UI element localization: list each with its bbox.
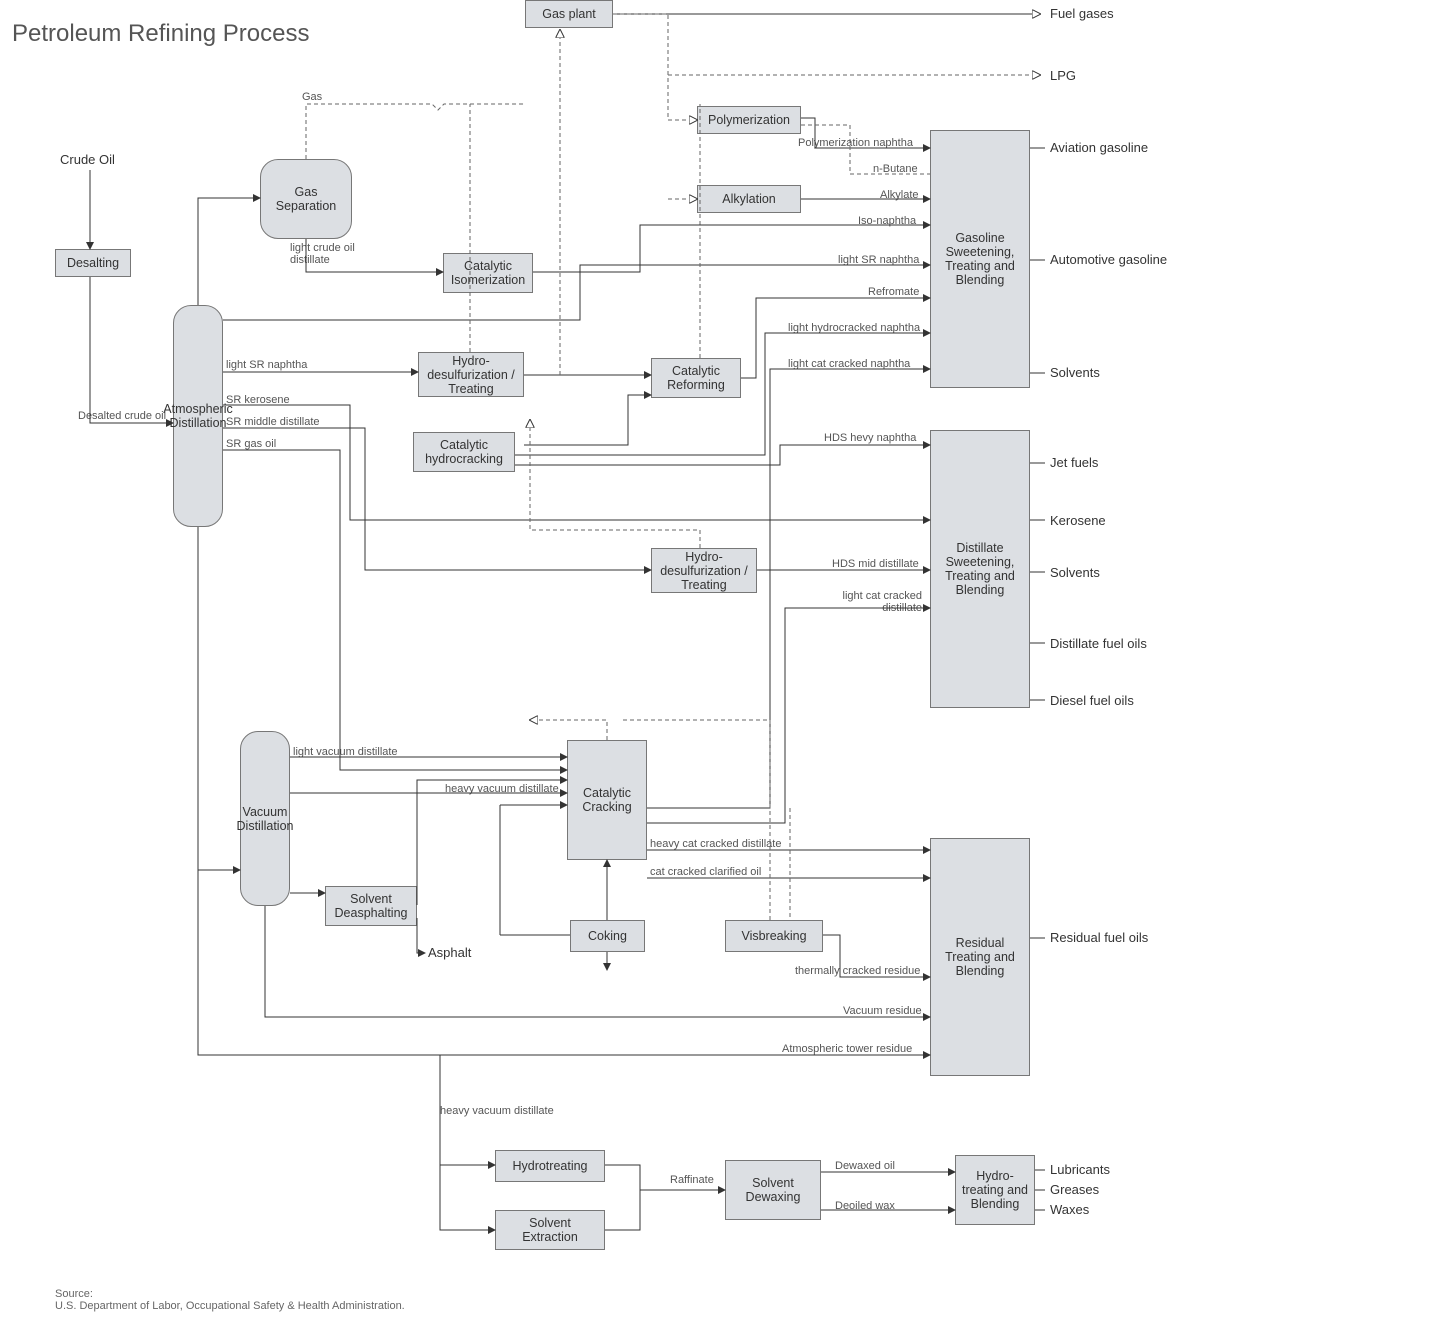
desalted-label: Desalted crude oil [78, 410, 166, 422]
atmospheric-distillation-box: Atmospheric Distillation [173, 305, 223, 527]
gas-plant-box: Gas plant [525, 0, 613, 28]
fuel-gases-output: Fuel gases [1050, 6, 1114, 21]
light-vacuum-label: light vacuum distillate [293, 746, 398, 758]
lpg-output: LPG [1050, 68, 1076, 83]
waxes-output: Waxes [1050, 1202, 1089, 1217]
kerosene-output: Kerosene [1050, 513, 1106, 528]
hydrotreating-box: Hydrotreating [495, 1150, 605, 1182]
aviation-gasoline-output: Aviation gasoline [1050, 140, 1148, 155]
light-sr-naphtha-label: light SR naphtha [226, 359, 307, 371]
vacuum-distillation-box: Vacuum Distillation [240, 731, 290, 906]
sr-gas-oil-label: SR gas oil [226, 438, 276, 450]
atmos-residue-label: Atmospheric tower residue [782, 1043, 912, 1055]
heavy-cat-dist-label: heavy cat cracked distillate [650, 838, 781, 850]
thermal-residue-label: thermally cracked residue [795, 965, 920, 977]
n-butane-label: n-Butane [873, 163, 918, 175]
light-sr-naphtha-2-label: light SR naphtha [838, 254, 919, 266]
hydrotreating-blending-box: Hydro-treating and Blending [955, 1155, 1035, 1225]
visbreaking-box: Visbreaking [725, 920, 823, 952]
light-crude-label: light crude oil distillate [290, 242, 370, 266]
raffinate-label: Raffinate [670, 1174, 714, 1186]
dewaxed-label: Dewaxed oil [835, 1160, 895, 1172]
distillate-fuel-output: Distillate fuel oils [1050, 636, 1147, 651]
desalting-box: Desalting [55, 249, 131, 277]
refromate-label: Refromate [868, 286, 919, 298]
heavy-vacuum-label: heavy vacuum distillate [445, 783, 559, 795]
residual-blending-box: Residual Treating and Blending [930, 838, 1030, 1076]
vacuum-residue-label: Vacuum residue [843, 1005, 922, 1017]
solvent-extraction-box: Solvent Extraction [495, 1210, 605, 1250]
crude-oil-label: Crude Oil [60, 152, 115, 167]
gas-label: Gas [302, 91, 322, 103]
solvents-2-output: Solvents [1050, 565, 1100, 580]
alkylate-label: Alkylate [880, 189, 919, 201]
poly-naphtha-label: Polymerization naphtha [798, 137, 913, 149]
hydro-desulfurization-2-box: Hydro-desulfurization / Treating [651, 548, 757, 593]
alkylation-box: Alkylation [697, 185, 801, 213]
catalytic-isomerization-box: Catalytic Isomerization [443, 253, 533, 293]
lubricants-output: Lubricants [1050, 1162, 1110, 1177]
light-cat-naphtha-label: light cat cracked naphtha [788, 358, 910, 370]
sr-middle-distillate-label: SR middle distillate [226, 416, 320, 428]
diagram-canvas: Petroleum Refining Process Crude Oil Des… [0, 0, 1445, 1332]
solvent-dewaxing-box: Solvent Dewaxing [725, 1160, 821, 1220]
coking-box: Coking [570, 920, 645, 952]
catalytic-cracking-box: Catalytic Cracking [567, 740, 647, 860]
catalytic-reforming-box: Catalytic Reforming [651, 358, 741, 398]
jet-fuels-output: Jet fuels [1050, 455, 1098, 470]
light-hydro-naphtha-label: light hydrocracked naphtha [788, 322, 920, 334]
hds-heavy-naphtha-label: HDS hevy naphtha [824, 432, 916, 444]
hds-mid-label: HDS mid distillate [832, 558, 919, 570]
heavy-vacuum-2-label: heavy vacuum distillate [440, 1105, 554, 1117]
gasoline-blending-box: Gasoline Sweetening, Treating and Blendi… [930, 130, 1030, 388]
automotive-gasoline-output: Automotive gasoline [1050, 252, 1167, 267]
asphalt-label: Asphalt [428, 945, 471, 960]
cat-clarified-label: cat cracked clarified oil [650, 866, 761, 878]
greases-output: Greases [1050, 1182, 1099, 1197]
deoiled-label: Deoiled wax [835, 1200, 895, 1212]
residual-fuel-output: Residual fuel oils [1050, 930, 1148, 945]
solvents-1-output: Solvents [1050, 365, 1100, 380]
source-citation: Source: U.S. Department of Labor, Occupa… [55, 1288, 405, 1312]
gas-separation-box: Gas Separation [260, 159, 352, 239]
light-cat-dist-label: light cat cracked distillate [832, 590, 922, 614]
sr-kerosene-label: SR kerosene [226, 394, 290, 406]
catalytic-hydrocracking-box: Catalytic hydrocracking [413, 432, 515, 472]
distillate-blending-box: Distillate Sweetening, Treating and Blen… [930, 430, 1030, 708]
iso-naphtha-label: Iso-naphtha [858, 215, 916, 227]
solvent-deasphalting-box: Solvent Deasphalting [325, 886, 417, 926]
diagram-title: Petroleum Refining Process [12, 20, 309, 48]
hydro-desulfurization-1-box: Hydro-desulfurization / Treating [418, 352, 524, 397]
diesel-output: Diesel fuel oils [1050, 693, 1134, 708]
polymerization-box: Polymerization [697, 106, 801, 134]
